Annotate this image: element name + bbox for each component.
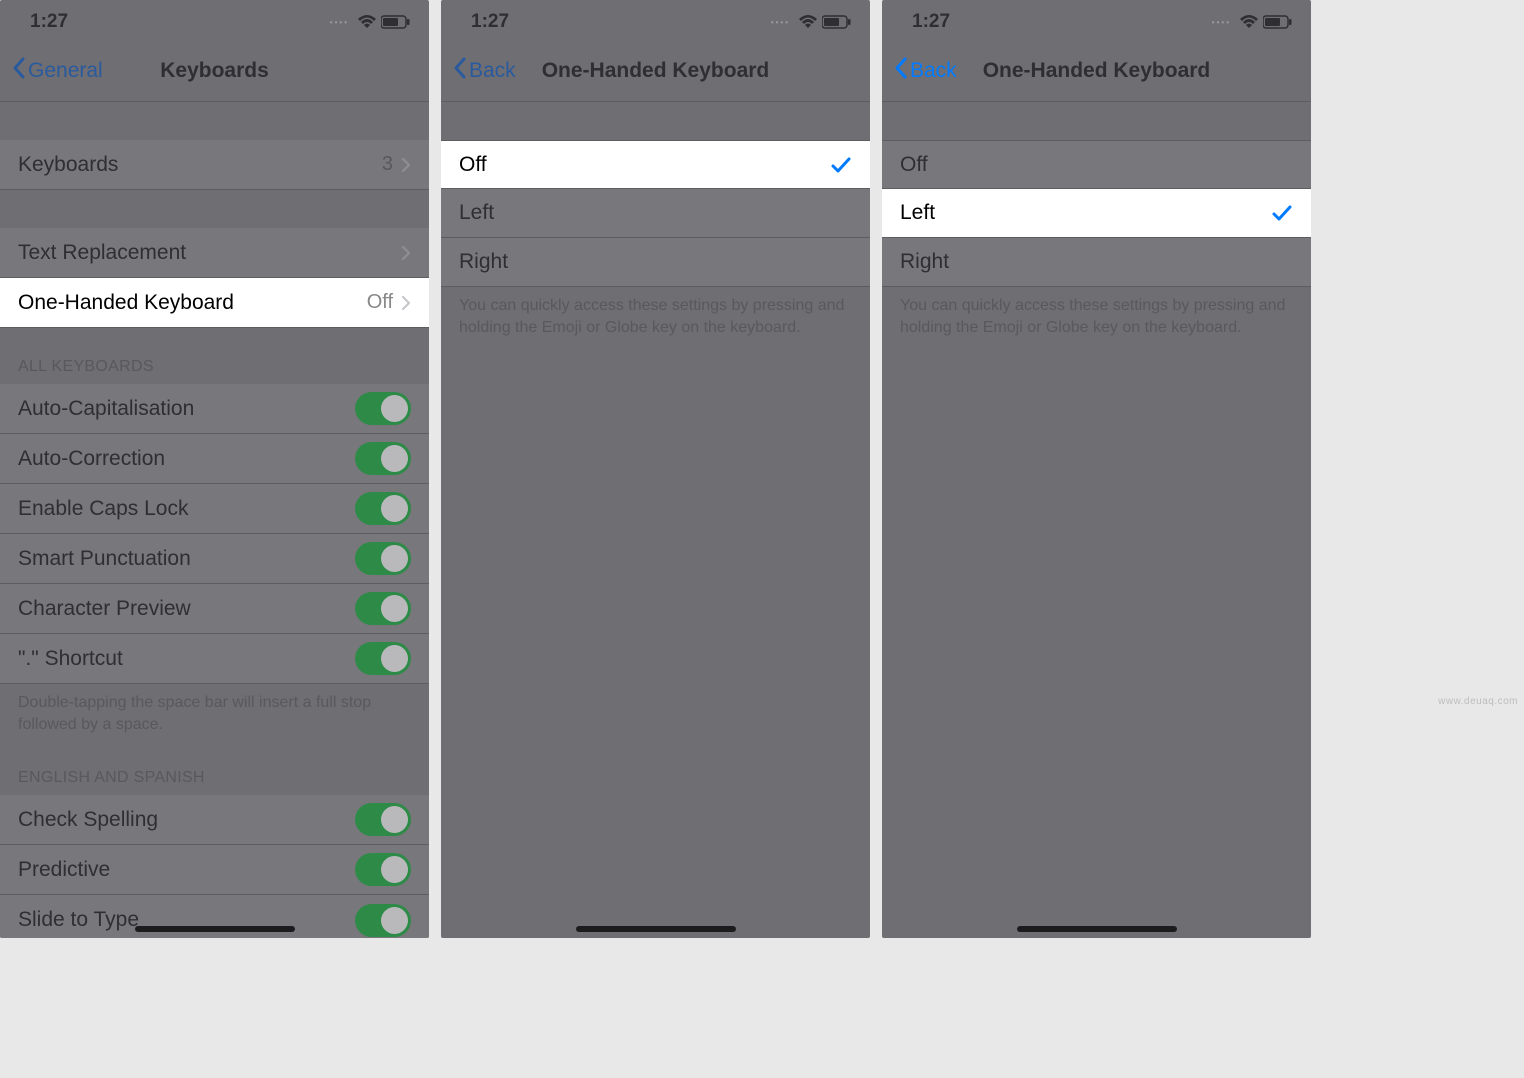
toggle-character-preview[interactable]	[355, 592, 411, 625]
row-auto-correction: Auto-Correction	[0, 434, 429, 484]
row-label: One-Handed Keyboard	[18, 291, 234, 315]
wifi-icon	[798, 15, 818, 29]
chevron-left-icon	[453, 57, 467, 85]
option-left[interactable]: Left	[882, 189, 1311, 238]
row-label: Keyboards	[18, 153, 118, 177]
row-auto-capitalisation: Auto-Capitalisation	[0, 384, 429, 434]
chevron-right-icon	[401, 245, 411, 261]
toggle-check-spelling[interactable]	[355, 803, 411, 836]
toggle-slide-to-type[interactable]	[355, 904, 411, 937]
row-shortcut: "." Shortcut	[0, 634, 429, 684]
row-character-preview: Character Preview	[0, 584, 429, 634]
row-keyboards[interactable]: Keyboards 3	[0, 140, 429, 190]
row-label: Smart Punctuation	[18, 547, 191, 571]
option-label: Off	[459, 153, 487, 177]
status-bar: 1:27 ••••	[882, 0, 1311, 40]
toggle-enable-caps-lock[interactable]	[355, 492, 411, 525]
option-label: Right	[459, 250, 508, 274]
toggle-auto-correction[interactable]	[355, 442, 411, 475]
option-right[interactable]: Right	[441, 238, 870, 287]
nav-back-label: General	[28, 59, 103, 83]
row-smart-punctuation: Smart Punctuation	[0, 534, 429, 584]
status-bar: 1:27 ••••	[0, 0, 429, 40]
chevron-right-icon	[401, 157, 411, 173]
row-label: Text Replacement	[18, 241, 186, 265]
row-label: Auto-Capitalisation	[18, 397, 194, 421]
toggle-smart-punctuation[interactable]	[355, 542, 411, 575]
screen-keyboards: 1:27 •••• General Keyboards Keyboards 3 …	[0, 0, 429, 938]
row-enable-caps-lock: Enable Caps Lock	[0, 484, 429, 534]
home-indicator[interactable]	[1017, 926, 1177, 932]
section-footer: You can quickly access these settings by…	[882, 287, 1311, 342]
nav-bar: Back One-Handed Keyboard	[882, 40, 1311, 102]
battery-icon	[381, 15, 411, 29]
battery-icon	[822, 15, 852, 29]
nav-bar: Back One-Handed Keyboard	[441, 40, 870, 102]
section-footer-shortcut: Double-tapping the space bar will insert…	[0, 684, 429, 739]
option-label: Right	[900, 250, 949, 274]
row-label: Slide to Type	[18, 908, 139, 932]
cellular-dots-icon: ••••	[771, 18, 790, 27]
toggle-auto-capitalisation[interactable]	[355, 392, 411, 425]
chevron-right-icon	[401, 295, 411, 311]
status-right: ••••	[771, 15, 852, 29]
home-indicator[interactable]	[576, 926, 736, 932]
screen-one-handed-left: 1:27 •••• Back One-Handed Keyboard Off L…	[882, 0, 1311, 938]
wifi-icon	[357, 15, 377, 29]
battery-icon	[1263, 15, 1293, 29]
option-label: Left	[459, 201, 494, 225]
row-label: Enable Caps Lock	[18, 497, 188, 521]
screen-one-handed-off: 1:27 •••• Back One-Handed Keyboard Off L…	[441, 0, 870, 938]
nav-bar: General Keyboards	[0, 40, 429, 102]
option-left[interactable]: Left	[441, 189, 870, 238]
section-footer: You can quickly access these settings by…	[441, 287, 870, 342]
status-bar: 1:27 ••••	[441, 0, 870, 40]
home-indicator[interactable]	[135, 926, 295, 932]
row-label: Predictive	[18, 858, 110, 882]
cellular-dots-icon: ••••	[330, 18, 349, 27]
chevron-left-icon	[12, 57, 26, 85]
wifi-icon	[1239, 15, 1259, 29]
status-time: 1:27	[30, 11, 68, 33]
nav-back-label: Back	[910, 59, 957, 83]
row-label: "." Shortcut	[18, 647, 123, 671]
toggle-predictive[interactable]	[355, 853, 411, 886]
nav-back-label: Back	[469, 59, 516, 83]
section-header-all-keyboards: ALL KEYBOARDS	[0, 328, 429, 384]
nav-back-button[interactable]: General	[12, 57, 103, 85]
checkmark-icon	[830, 154, 852, 176]
row-text-replacement[interactable]: Text Replacement	[0, 228, 429, 278]
chevron-left-icon	[894, 57, 908, 85]
option-label: Off	[900, 153, 928, 177]
option-off[interactable]: Off	[882, 140, 1311, 189]
row-value: Off	[367, 291, 393, 314]
status-right: ••••	[330, 15, 411, 29]
option-right[interactable]: Right	[882, 238, 1311, 287]
watermark: www.deuaq.com	[1438, 696, 1518, 707]
section-header-english-spanish: ENGLISH AND SPANISH	[0, 739, 429, 795]
row-label: Auto-Correction	[18, 447, 165, 471]
checkmark-icon	[1271, 202, 1293, 224]
row-one-handed-keyboard[interactable]: One-Handed Keyboard Off	[0, 278, 429, 328]
toggle-shortcut[interactable]	[355, 642, 411, 675]
row-check-spelling: Check Spelling	[0, 795, 429, 845]
row-label: Check Spelling	[18, 808, 158, 832]
cellular-dots-icon: ••••	[1212, 18, 1231, 27]
row-value: 3	[382, 153, 393, 176]
option-label: Left	[900, 201, 935, 225]
status-time: 1:27	[912, 11, 950, 33]
status-right: ••••	[1212, 15, 1293, 29]
status-time: 1:27	[471, 11, 509, 33]
row-predictive: Predictive	[0, 845, 429, 895]
row-label: Character Preview	[18, 597, 191, 621]
option-off[interactable]: Off	[441, 140, 870, 189]
nav-back-button[interactable]: Back	[894, 57, 957, 85]
nav-back-button[interactable]: Back	[453, 57, 516, 85]
